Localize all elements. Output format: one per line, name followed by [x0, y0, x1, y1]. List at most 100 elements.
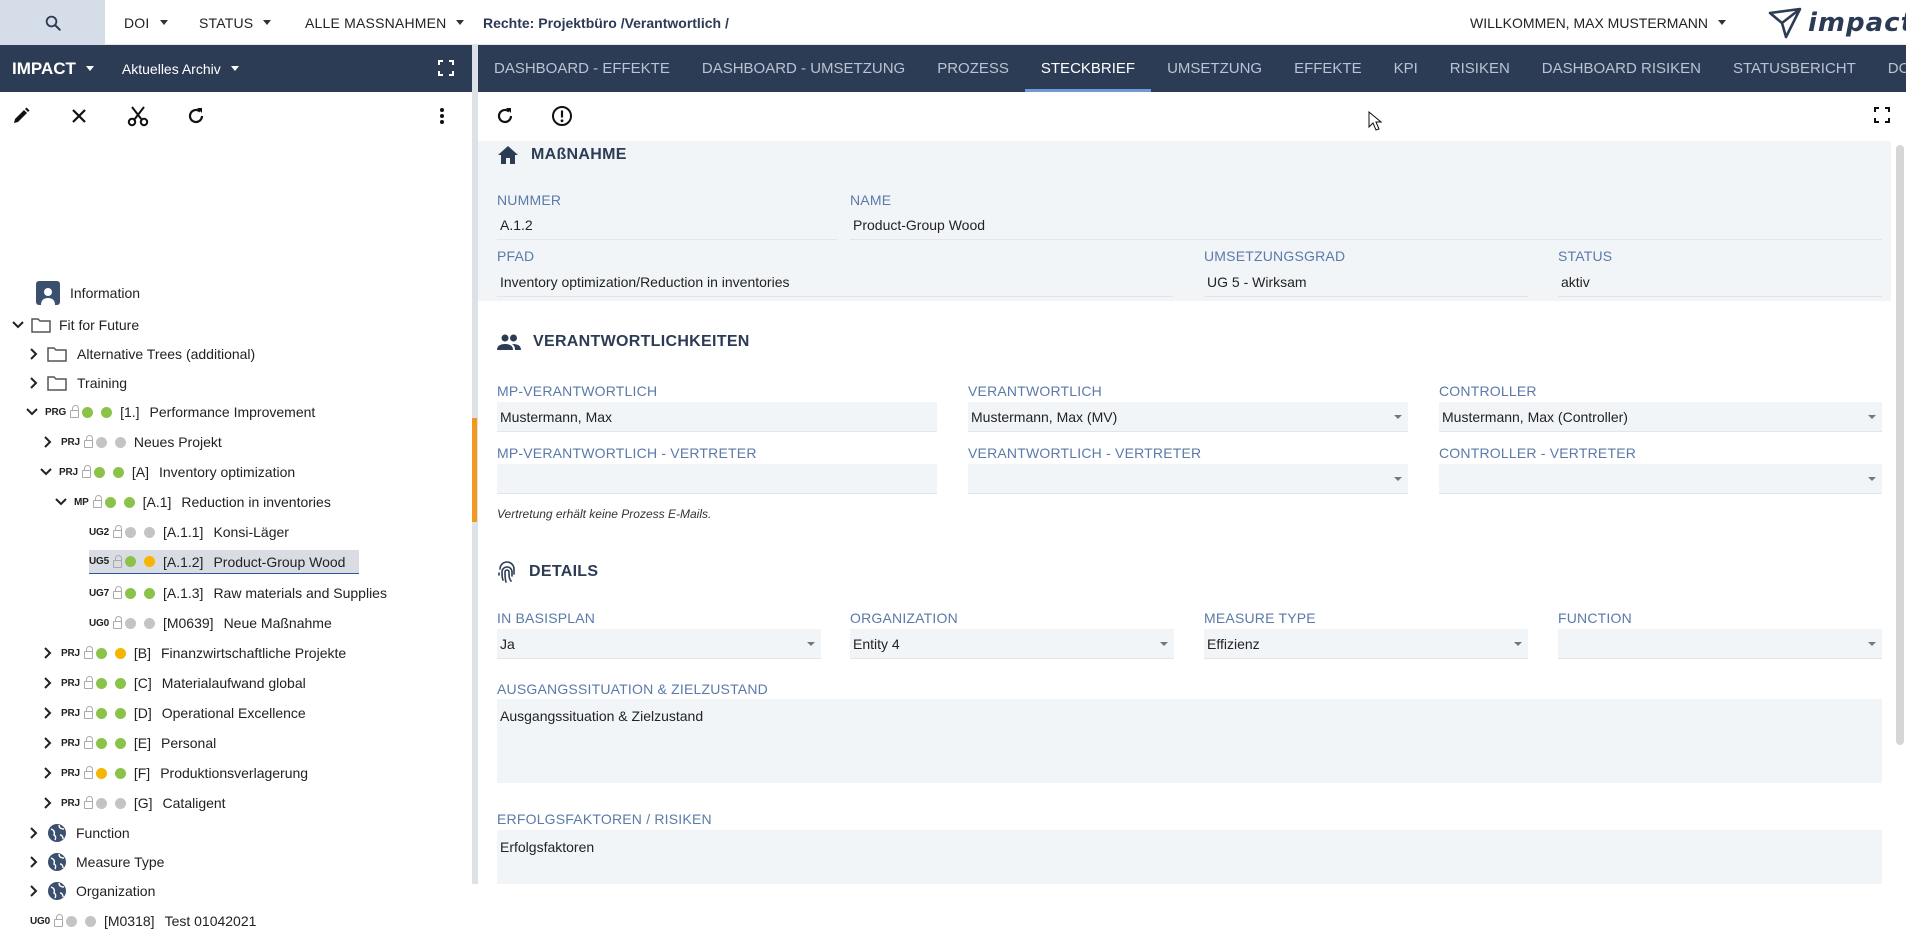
pfad-label: PFAD: [497, 248, 535, 264]
chevron-right-icon[interactable]: [27, 348, 41, 360]
tab-risiken[interactable]: RISIKEN: [1434, 45, 1526, 92]
tab-dashboard-effekte[interactable]: DASHBOARD - EFFEKTE: [478, 45, 686, 92]
tree-item-organization[interactable]: Organization: [27, 879, 155, 903]
tree-label: Test 01042021: [164, 913, 257, 929]
cursor-icon: [1368, 110, 1383, 131]
user-menu[interactable]: WILLKOMMEN, MAX MUSTERMANN: [1470, 0, 1727, 45]
status-dot: [84, 915, 96, 927]
tree-item-produktionsverlagerung[interactable]: PRJ [F] Produktionsverlagerung: [41, 761, 308, 785]
vertretung-note: Vertretung erhält keine Prozess E-Mails.: [497, 507, 712, 521]
verantwortlich-select[interactable]: Mustermann, Max (MV): [968, 402, 1408, 432]
organization-select[interactable]: Entity 4: [850, 629, 1174, 659]
chevron-right-icon[interactable]: [41, 436, 55, 448]
function-select[interactable]: [1558, 629, 1882, 659]
lock-icon: [83, 796, 93, 809]
app-switcher[interactable]: IMPACT: [12, 59, 94, 79]
chevron-right-icon[interactable]: [27, 856, 41, 868]
chevron-down-icon: [1718, 20, 1727, 25]
archive-selector[interactable]: Aktuelles Archiv: [122, 61, 239, 77]
refresh-tree-button[interactable]: [180, 92, 212, 140]
chevron-right-icon[interactable]: [41, 767, 55, 779]
chevron-right-icon[interactable]: [41, 677, 55, 689]
mouse-cursor: [1368, 110, 1383, 134]
controller-select[interactable]: Mustermann, Max (Controller): [1439, 402, 1882, 432]
tree-item-function[interactable]: Function: [27, 821, 130, 845]
ausgangssituation-textarea[interactable]: Ausgangssituation & Zielzustand: [497, 699, 1882, 783]
menu-status[interactable]: STATUS: [199, 0, 272, 45]
content-scrollbar[interactable]: [1896, 145, 1904, 745]
name-field[interactable]: Product-Group Wood: [850, 210, 1882, 240]
tree-item-materialaufwand-global[interactable]: PRJ [C] Materialaufwand global: [41, 671, 306, 695]
tree-item-neues-projekt[interactable]: PRJ Neues Projekt: [41, 430, 222, 454]
tab-kpi[interactable]: KPI: [1378, 45, 1434, 92]
info-button[interactable]: [551, 105, 573, 130]
tree-label: Reduction in inventories: [181, 494, 331, 510]
tree-item-raw-materials[interactable]: UG7 [A.1.3] Raw materials and Supplies: [89, 581, 387, 605]
tab-effekte[interactable]: EFFEKTE: [1278, 45, 1378, 92]
tree-item-measure-type[interactable]: Measure Type: [27, 850, 164, 874]
splitter-handle[interactable]: [472, 418, 477, 522]
status-dot: [114, 737, 126, 749]
erfolgsfaktoren-textarea[interactable]: Erfolgsfaktoren: [497, 830, 1882, 884]
tree-label: Finanzwirtschaftliche Projekte: [160, 645, 347, 661]
tree-label: Personal: [160, 735, 217, 751]
tree-item-training[interactable]: Training: [27, 371, 127, 395]
chevron-right-icon[interactable]: [27, 377, 41, 389]
tree-item-operational-excellence[interactable]: PRJ [D] Operational Excellence: [41, 701, 306, 725]
v-vertreter-select[interactable]: [968, 464, 1408, 494]
tree-item-konsi-laeger[interactable]: UG2 [A.1.1] Konsi-Läger: [89, 520, 289, 544]
expand-sidebar-button[interactable]: [438, 60, 454, 79]
tree-item-finanzwirtschaftliche-projekte[interactable]: PRJ [B] Finanzwirtschaftliche Projekte: [41, 641, 346, 665]
tree-item-inventory-optimization[interactable]: PRJ [A] Inventory optimization: [39, 460, 295, 484]
tree-item-fit-for-future[interactable]: Fit for Future: [11, 313, 139, 337]
tree-item-performance-improvement[interactable]: PRG [1.] Performance Improvement: [25, 400, 315, 424]
tree-item-personal[interactable]: PRJ [E] Personal: [41, 731, 216, 755]
tab-statusbericht[interactable]: STATUSBERICHT: [1717, 45, 1872, 92]
edit-button[interactable]: [5, 92, 37, 140]
chevron-down-icon[interactable]: [25, 408, 39, 416]
search-icon: [45, 15, 61, 31]
chevron-right-icon[interactable]: [41, 707, 55, 719]
chevron-right-icon[interactable]: [41, 797, 55, 809]
more-options-button[interactable]: [426, 92, 458, 140]
cut-button[interactable]: [122, 92, 154, 140]
tab-dokument[interactable]: DOKUMENT: [1872, 45, 1906, 92]
chevron-right-icon[interactable]: [41, 737, 55, 749]
node-type-tag: PRJ: [61, 647, 80, 659]
chevron-right-icon[interactable]: [27, 827, 41, 839]
chevron-down-icon[interactable]: [54, 498, 68, 506]
delete-button[interactable]: [63, 92, 95, 140]
tree-item-product-group-wood[interactable]: UG5 [A.1.2] Product-Group Wood: [89, 550, 359, 574]
tree-item-information[interactable]: Information: [36, 281, 140, 305]
tab-dashboard-umsetzung[interactable]: DASHBOARD - UMSETZUNG: [686, 45, 921, 92]
fullscreen-button[interactable]: [1874, 107, 1890, 126]
tab-steckbrief[interactable]: STECKBRIEF: [1024, 45, 1152, 92]
lock-icon: [112, 525, 122, 538]
mp-vertreter-field[interactable]: [497, 464, 937, 494]
chevron-down-icon: [1394, 415, 1402, 419]
chevron-right-icon[interactable]: [41, 647, 55, 659]
node-type-tag: PRJ: [61, 767, 80, 779]
c-vertreter-select[interactable]: [1439, 464, 1882, 494]
menu-alle-massnahmen[interactable]: ALLE MASSNAHMEN: [305, 0, 465, 45]
status-dot: [93, 466, 105, 478]
tree-item-alternative-trees[interactable]: Alternative Trees (additional): [27, 342, 255, 366]
tree-item-neue-massnahme[interactable]: UG0 [M0639] Neue Maßnahme: [89, 611, 332, 635]
logo: impact: [1768, 0, 1906, 45]
mp-verantwortlich-field[interactable]: Mustermann, Max: [497, 402, 937, 432]
tab-dashboard-risiken[interactable]: DASHBOARD RISIKEN: [1526, 45, 1717, 92]
basisplan-select[interactable]: Ja: [497, 629, 821, 659]
reload-button[interactable]: [495, 106, 515, 129]
tab-umsetzung[interactable]: UMSETZUNG: [1151, 45, 1278, 92]
tree-item-reduction-in-inventories[interactable]: MP [A.1] Reduction in inventories: [54, 490, 331, 514]
measure-type-select[interactable]: Effizienz: [1204, 629, 1528, 659]
menu-doi[interactable]: DOI: [124, 0, 168, 45]
tab-prozess[interactable]: PROZESS: [921, 45, 1025, 92]
nummer-field[interactable]: A.1.2: [497, 210, 837, 240]
chevron-right-icon[interactable]: [27, 885, 41, 897]
chevron-down-icon[interactable]: [39, 468, 53, 476]
tree-item-catalig-ent[interactable]: PRJ [G] Catalig​ent: [41, 791, 226, 815]
chevron-down-icon[interactable]: [11, 321, 25, 329]
tree-item-test[interactable]: UG0 [M0318] Test 01042021: [30, 909, 256, 933]
search-button[interactable]: [0, 0, 105, 45]
